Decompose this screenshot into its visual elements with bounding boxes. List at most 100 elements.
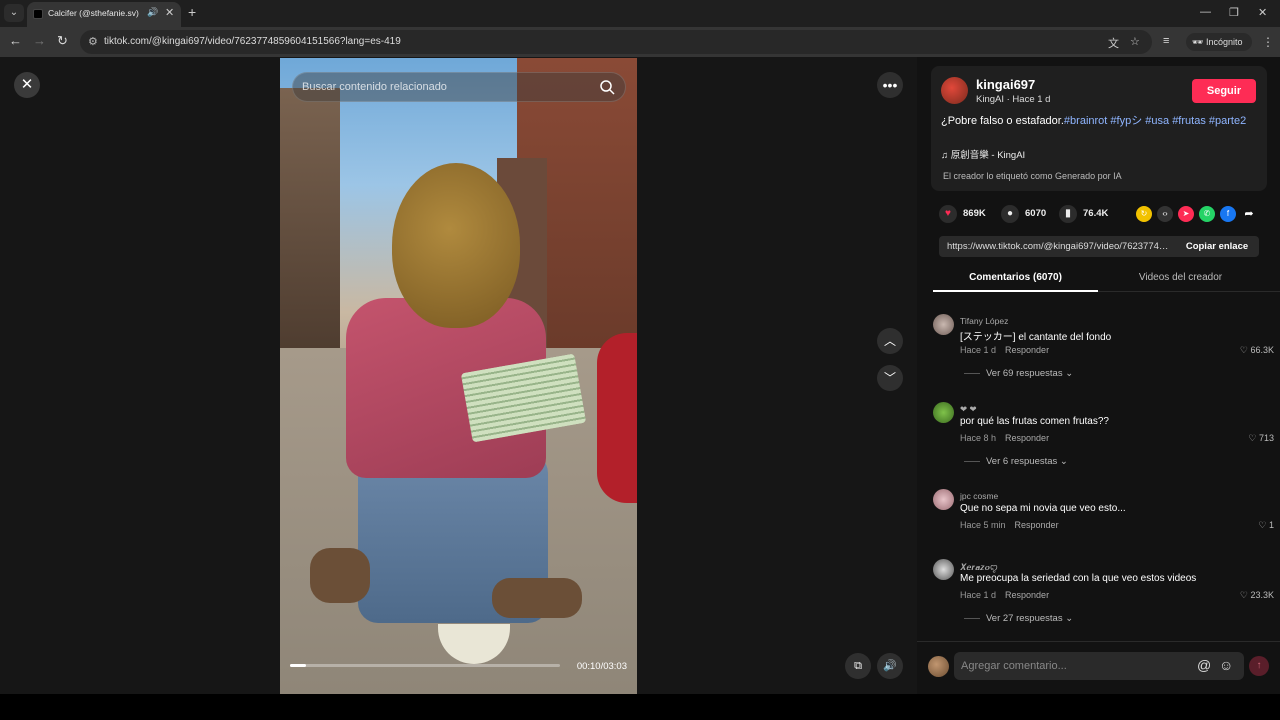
comment-like-button[interactable]: ♡ 23.3K xyxy=(1240,590,1274,601)
share-link-text[interactable]: https://www.tiktok.com/@kingai697/video/… xyxy=(947,241,1172,252)
whatsapp-icon[interactable]: ✆ xyxy=(1199,206,1215,222)
video-frame-shoe-left xyxy=(310,548,370,603)
creator-info-card: kingai697 KingAI · Hace 1 d Seguir ¿Pobr… xyxy=(931,66,1267,191)
video-info-panel: kingai697 KingAI · Hace 1 d Seguir ¿Pobr… xyxy=(917,57,1280,694)
previous-video-chevron-up-icon[interactable]: ︿ xyxy=(877,328,903,354)
comment-meta: Hace 5 min Responder xyxy=(960,520,1059,530)
creator-avatar[interactable] xyxy=(941,77,968,104)
forward-icon[interactable]: → xyxy=(33,34,46,48)
incognito-label: Incógnito xyxy=(1205,37,1243,47)
tab-comments[interactable]: Comentarios (6070) xyxy=(933,272,1098,283)
repost-icon[interactable]: ↻ xyxy=(1136,206,1152,222)
comment-username[interactable]: ❤ ❤ xyxy=(960,404,977,415)
translate-icon[interactable]: 文 xyxy=(1108,35,1119,51)
video-progress-bar[interactable] xyxy=(290,664,560,667)
restore-icon[interactable]: ❐ xyxy=(1229,6,1239,19)
panel-tabs: Comentarios (6070) Videos del creador xyxy=(933,267,1280,292)
video-frame-shoe-right xyxy=(492,578,582,618)
view-replies-button[interactable]: Ver 69 respuestas ⌄ xyxy=(964,368,1073,379)
follow-button[interactable]: Seguir xyxy=(1192,79,1256,103)
comment-time: Hace 1 d xyxy=(960,345,997,355)
reply-button[interactable]: Responder xyxy=(1005,345,1049,355)
share-link-box: https://www.tiktok.com/@kingai697/video/… xyxy=(939,236,1259,257)
floating-player-icon[interactable]: ⧉ xyxy=(845,653,871,679)
comment-time: Hace 8 h xyxy=(960,433,997,443)
creator-username[interactable]: kingai697 xyxy=(976,77,1035,92)
copy-link-button[interactable]: Copiar enlace xyxy=(1175,236,1259,257)
bookmark-star-icon[interactable]: ☆ xyxy=(1130,35,1140,48)
creator-subline: KingAI · Hace 1 d xyxy=(976,94,1051,105)
comment-like-button[interactable]: ♡ 713 xyxy=(1248,433,1274,444)
video-player[interactable]: Buscar contenido relacionado 00:10/03:03 xyxy=(280,58,637,694)
comment-username[interactable]: 𝑿𝒆𝒓𝒂𝒛𝒐ꨄ xyxy=(960,561,998,573)
url-text[interactable]: tiktok.com/@kingai697/video/762377485960… xyxy=(104,36,401,47)
incognito-badge[interactable]: 🕶 Incógnito xyxy=(1186,33,1252,51)
comment-avatar[interactable] xyxy=(933,402,954,423)
new-tab-button[interactable]: + xyxy=(188,5,196,19)
hashtag-link[interactable]: #brainrot xyxy=(1064,115,1107,127)
hashtag-link[interactable]: #frutas xyxy=(1172,115,1206,127)
comment-meta: Hace 1 d Responder xyxy=(960,345,1049,355)
comment-like-button[interactable]: ♡ 1 xyxy=(1258,520,1274,531)
like-button[interactable]: ♥ 869K xyxy=(939,205,986,225)
comment-time: Hace 5 min xyxy=(960,520,1006,530)
video-frame-character-head xyxy=(392,163,520,328)
close-tab-icon[interactable]: ✕ xyxy=(165,6,174,19)
send-comment-icon[interactable]: ↑ xyxy=(1249,656,1269,676)
close-window-icon[interactable]: ✕ xyxy=(1258,6,1267,19)
browser-menu-icon[interactable]: ⋮ xyxy=(1262,35,1274,49)
reply-button[interactable]: Responder xyxy=(1005,590,1049,600)
minimize-icon[interactable]: — xyxy=(1200,6,1211,18)
comment-avatar[interactable] xyxy=(933,489,954,510)
comment-text: por qué las frutas comen frutas?? xyxy=(960,416,1109,427)
ai-generated-label: El creador lo etiquetó como Generado por… xyxy=(943,171,1122,181)
reply-button[interactable]: Responder xyxy=(1015,520,1059,530)
tab-search-button[interactable]: ⌄ xyxy=(4,4,24,22)
browser-tab[interactable]: Calcifer (@sthefanie.sv) | TikTok 🔊 ✕ xyxy=(27,2,181,27)
back-icon[interactable]: ← xyxy=(9,34,22,48)
comment-button[interactable]: ● 6070 xyxy=(1001,205,1046,225)
speaker-icon[interactable]: 🔊 xyxy=(147,7,158,18)
mention-icon[interactable]: @ xyxy=(1197,657,1211,673)
comment-username[interactable]: jpc cosme xyxy=(960,491,998,501)
bookmark-icon: ▮ xyxy=(1059,205,1077,223)
incognito-icon: 🕶 xyxy=(1192,37,1206,47)
reload-icon[interactable]: ↻ xyxy=(57,34,68,48)
related-search-input[interactable]: Buscar contenido relacionado xyxy=(292,72,626,102)
comment-input[interactable]: Agregar comentario... @ ☺ xyxy=(954,652,1244,680)
search-icon[interactable] xyxy=(599,79,615,95)
hashtag-link[interactable]: #usa xyxy=(1145,115,1169,127)
comment-like-button[interactable]: ♡ 66.3K xyxy=(1240,345,1274,356)
hashtag-link[interactable]: #fypシ xyxy=(1110,115,1142,127)
close-video-button[interactable]: ✕ xyxy=(14,72,40,98)
reply-button[interactable]: Responder xyxy=(1005,433,1049,443)
comment-count: 6070 xyxy=(1025,208,1047,219)
embed-code-icon[interactable]: ‹› xyxy=(1157,206,1173,222)
tab-creator-videos[interactable]: Videos del creador xyxy=(1098,272,1263,283)
tab-title: Calcifer (@sthefanie.sv) | TikTok xyxy=(48,8,140,18)
more-options-icon[interactable]: ••• xyxy=(877,72,903,98)
view-replies-button[interactable]: Ver 6 respuestas ⌄ xyxy=(964,456,1068,467)
comment-avatar[interactable] xyxy=(933,314,954,335)
video-frame-car xyxy=(597,333,637,503)
next-video-chevron-down-icon[interactable]: ﹀ xyxy=(877,365,903,391)
hashtag-link[interactable]: #parte2 xyxy=(1209,115,1246,127)
search-placeholder: Buscar contenido relacionado xyxy=(302,81,447,93)
emoji-icon[interactable]: ☺ xyxy=(1219,657,1233,673)
view-replies-button[interactable]: Ver 27 respuestas ⌄ xyxy=(964,613,1073,624)
facebook-icon[interactable]: f xyxy=(1220,206,1236,222)
share-arrow-icon[interactable]: ➦ xyxy=(1241,206,1257,222)
save-button[interactable]: ▮ 76.4K xyxy=(1059,205,1108,225)
heart-outline-icon: ♡ xyxy=(1258,520,1269,530)
comment-avatar[interactable] xyxy=(933,559,954,580)
site-info-icon[interactable]: ⚙ xyxy=(88,35,98,48)
heart-outline-icon: ♡ xyxy=(1248,433,1259,443)
music-link[interactable]: ♫ 原創音樂 - KingAI xyxy=(941,147,1025,161)
reading-list-icon[interactable]: ≡ xyxy=(1163,34,1169,48)
description-text: ¿Pobre falso o estafador. xyxy=(941,115,1064,127)
send-to-friends-icon[interactable]: ➤ xyxy=(1178,206,1194,222)
url-field[interactable]: ⚙ tiktok.com/@kingai697/video/7623774859… xyxy=(80,30,1152,54)
volume-icon[interactable]: 🔊 xyxy=(877,653,903,679)
active-tab-indicator xyxy=(933,290,1098,292)
comment-username[interactable]: Tifany López xyxy=(960,316,1008,326)
